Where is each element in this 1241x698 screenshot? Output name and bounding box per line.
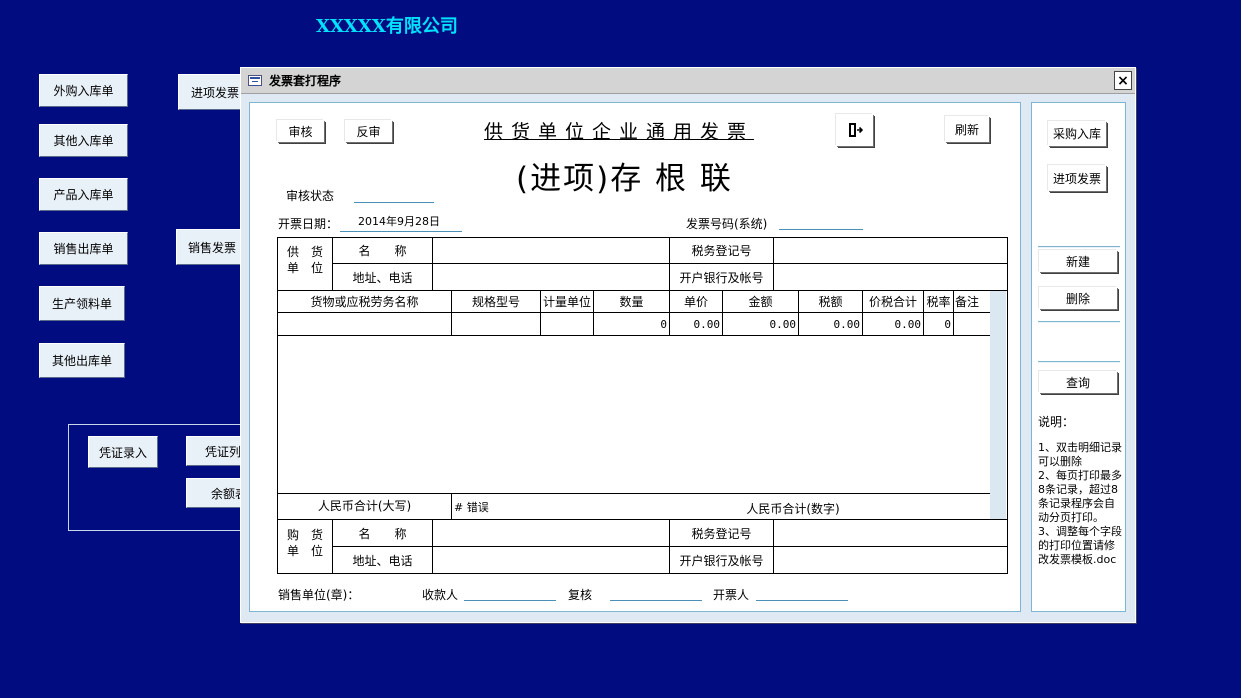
col-header-name: 货物或应税劳务名称 [310, 295, 419, 309]
supplier-tax-reg-label: 税务登记号 [691, 244, 752, 258]
sales-invoice-bg-button[interactable]: 销售发票 [176, 229, 242, 265]
rmb-num-label: 人民币合计(数字) [746, 501, 840, 516]
invoice-subtitle: (进项)存 根 联 [516, 161, 733, 197]
invoice-print-dialog: 发票套打程序 × 审核 反审 供货单位企业通用发票 (进项)存 根 联 刷新 审… [240, 67, 1136, 623]
col-header-total: 价税合计 [868, 295, 917, 309]
audit-status-field[interactable] [354, 189, 434, 203]
supplier-tax-reg-field[interactable] [774, 238, 1007, 263]
delete-button[interactable]: 删除 [1039, 287, 1117, 309]
input-invoice-side-button[interactable]: 进项发票 [1048, 165, 1106, 191]
audit-button[interactable]: 审核 [277, 120, 324, 142]
supplier-side-label-1: 供 货 [286, 244, 323, 259]
supplier-bank-label: 开户银行及帐号 [679, 270, 764, 285]
col-header-qty: 数量 [619, 295, 644, 309]
product-in-button[interactable]: 产品入库单 [39, 178, 128, 211]
row-qty[interactable]: 0 [594, 313, 669, 335]
buyer-side-label-2: 单 位 [286, 543, 323, 558]
side-divider [1038, 361, 1120, 363]
supplier-name-field[interactable] [433, 238, 669, 263]
row-price[interactable]: 0.00 [670, 313, 722, 335]
company-title: XXXXX有限公司 [316, 16, 458, 37]
buyer-name-label: 名 称 [358, 526, 407, 541]
voucher-list-button[interactable]: 凭证列 [186, 436, 242, 466]
supplier-address-field[interactable] [433, 264, 669, 290]
side-divider [1038, 321, 1120, 323]
row-tax[interactable]: 0.00 [799, 313, 862, 335]
refresh-button[interactable]: 刷新 [945, 116, 989, 142]
col-header-spec: 规格型号 [471, 295, 520, 309]
row-remark[interactable] [954, 313, 990, 335]
col-header-price: 单价 [683, 295, 708, 309]
col-header-amount: 金额 [748, 295, 773, 309]
side-panel: 采购入库 进项发票 新建 删除 查询 说明： 1、双击明细记录可以删除 2、每页… [1031, 102, 1126, 612]
invoice-title: 供货单位企业通用发票 [484, 121, 755, 143]
note-text: 1、双击明细记录可以删除 2、每页打印最多8条记录，超过8条记录程序会自动分页打… [1038, 441, 1122, 567]
sales-out-button[interactable]: 销售出库单 [39, 232, 128, 265]
buyer-address-label: 地址、电话 [352, 553, 413, 568]
supplier-name-label: 名 称 [358, 244, 407, 258]
issue-date-label: 开票日期： [278, 217, 339, 231]
reviewer-field[interactable] [610, 586, 702, 601]
buyer-tax-reg-field[interactable] [774, 520, 1007, 546]
row-amount[interactable]: 0.00 [723, 313, 798, 335]
drawer-field[interactable] [756, 586, 848, 601]
invoice-panel: 审核 反审 供货单位企业通用发票 (进项)存 根 联 刷新 审核状态 开票日期：… [249, 102, 1021, 612]
close-button[interactable]: × [1114, 71, 1132, 90]
production-pick-button[interactable]: 生产领料单 [39, 286, 125, 321]
purchase-in-button[interactable]: 外购入库单 [39, 74, 128, 107]
seller-seal-label: 销售单位(章)： [278, 588, 360, 602]
unaudit-button[interactable]: 反审 [345, 120, 392, 142]
balance-button[interactable]: 余额表 [186, 478, 242, 508]
rmb-upper-value: # 错误 [454, 501, 489, 514]
buyer-address-field[interactable] [433, 547, 669, 573]
voucher-entry-button[interactable]: 凭证录入 [88, 436, 158, 468]
input-invoice-bg-button[interactable]: 进项发票 [178, 74, 242, 110]
form-icon [248, 75, 262, 86]
drawer-label: 开票人 [713, 588, 750, 602]
col-header-unit: 计量单位 [542, 295, 591, 309]
note-item: 1、双击明细记录可以删除 [1038, 441, 1122, 468]
note-item: 2、每页打印最多8条记录，超过8条记录程序会自动分页打印。 [1038, 469, 1122, 524]
buyer-name-field[interactable] [433, 520, 669, 546]
rmb-upper-label: 人民币合计(大写) [317, 498, 412, 513]
buyer-bank-field[interactable] [774, 547, 1007, 573]
invoice-no-field[interactable] [779, 215, 863, 230]
close-icon: × [1117, 72, 1129, 89]
supplier-address-label: 地址、电话 [352, 270, 413, 285]
col-header-remark: 备注 [955, 295, 980, 309]
exit-button[interactable] [836, 114, 873, 146]
detail-scrollbar[interactable] [990, 291, 1006, 519]
side-divider [1038, 246, 1120, 248]
row-spec[interactable] [452, 313, 540, 335]
dialog-title: 发票套打程序 [269, 74, 342, 88]
col-header-rate: 税率 [926, 295, 951, 309]
exit-door-icon [848, 123, 863, 137]
purchase-in-side-button[interactable]: 采购入库 [1048, 121, 1106, 146]
buyer-tax-reg-label: 税务登记号 [691, 526, 752, 541]
reviewer-label: 复核 [568, 588, 593, 602]
col-header-tax: 税额 [818, 295, 843, 309]
payee-field[interactable] [464, 586, 556, 601]
buyer-side-label-1: 购 货 [286, 527, 323, 542]
row-total[interactable]: 0.00 [863, 313, 923, 335]
dialog-titlebar: 发票套打程序 × [241, 68, 1135, 94]
query-button[interactable]: 查询 [1039, 371, 1117, 393]
issue-date-field[interactable]: 2014年9月28日 [340, 213, 462, 232]
invoice-no-label: 发票号码(系统) [686, 217, 768, 231]
new-button[interactable]: 新建 [1039, 250, 1117, 272]
buyer-bank-label: 开户银行及帐号 [679, 553, 764, 568]
note-title: 说明： [1038, 415, 1075, 429]
supplier-side-label-2: 单 位 [286, 260, 323, 275]
note-item: 3、调整每个字段的打印位置请修改发票模板.doc [1038, 525, 1122, 566]
row-name[interactable] [278, 313, 451, 335]
row-unit[interactable] [541, 313, 593, 335]
payee-label: 收款人 [422, 588, 459, 602]
other-in-button[interactable]: 其他入库单 [39, 124, 128, 157]
supplier-bank-field[interactable] [774, 264, 1007, 290]
row-rate[interactable]: 0 [924, 313, 953, 335]
other-out-button[interactable]: 其他出库单 [39, 343, 125, 378]
audit-status-label: 审核状态 [286, 189, 335, 203]
